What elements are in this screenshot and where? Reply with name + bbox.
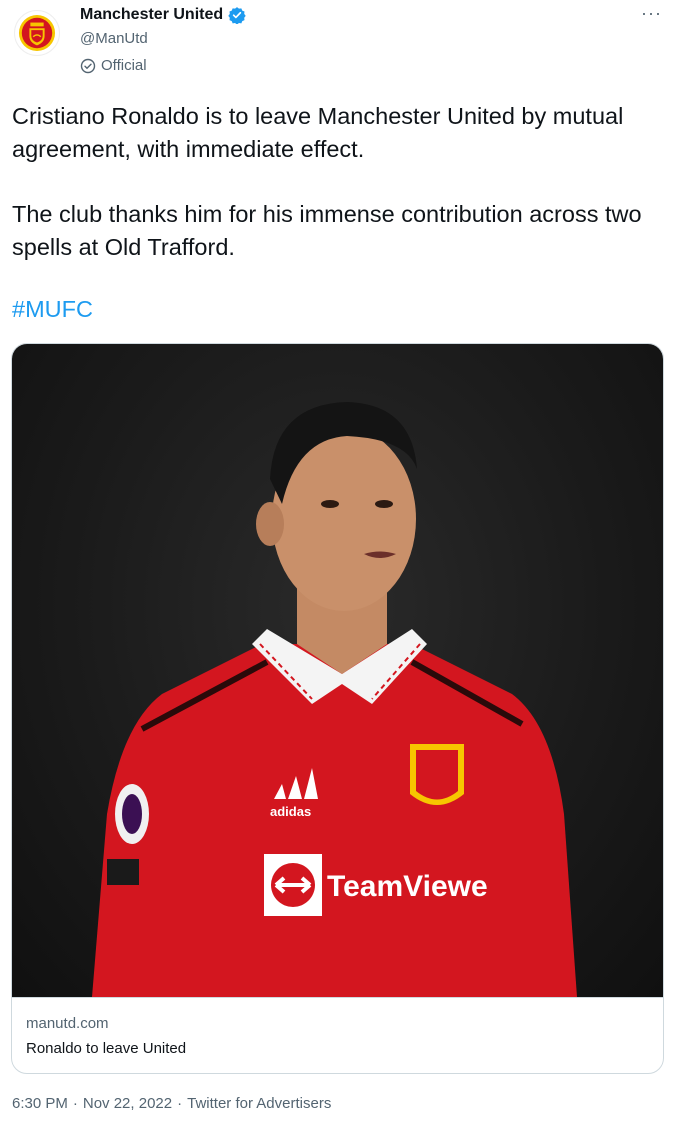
more-options-icon[interactable]: ··· (641, 4, 662, 22)
official-check-icon (80, 58, 96, 73)
tweet-paragraph-2: The club thanks him for his immense cont… (12, 201, 642, 260)
tweet-meta: 6:30 PM · Nov 22, 2022 · Twitter for Adv… (12, 1095, 331, 1112)
display-name[interactable]: Manchester United (80, 6, 223, 24)
hashtag-link[interactable]: #MUFC (12, 296, 93, 323)
meta-separator: · (177, 1095, 183, 1112)
tweet-paragraph-1: Cristiano Ronaldo is to leave Manchester… (12, 103, 624, 162)
tweet: Manchester United @ManUtd Official ··· C… (0, 0, 680, 1124)
club-crest-icon (18, 14, 56, 52)
kit-brand-text: adidas (270, 804, 311, 819)
card-title: Ronaldo to leave United (26, 1040, 187, 1057)
official-label: Official (80, 57, 147, 74)
official-text: Official (101, 57, 147, 74)
sponsor-text: TeamViewe (327, 870, 488, 903)
name-row: Manchester United (80, 6, 246, 24)
tweet-source[interactable]: Twitter for Advertisers (187, 1095, 331, 1112)
avatar[interactable] (14, 10, 60, 56)
meta-separator: · (72, 1095, 78, 1112)
tweet-time[interactable]: 6:30 PM (12, 1095, 68, 1112)
card-info[interactable]: manutd.com Ronaldo to leave United (12, 997, 663, 1073)
link-card[interactable]: adidas TeamViewe manutd.com Ronaldo to l… (11, 343, 664, 1074)
card-domain: manutd.com (26, 1015, 109, 1032)
card-image[interactable]: adidas TeamViewe (12, 344, 663, 997)
user-handle[interactable]: @ManUtd (80, 30, 148, 47)
tweet-date[interactable]: Nov 22, 2022 (83, 1095, 172, 1112)
verified-badge-icon (228, 7, 246, 24)
player-photo: adidas TeamViewe (92, 402, 577, 997)
